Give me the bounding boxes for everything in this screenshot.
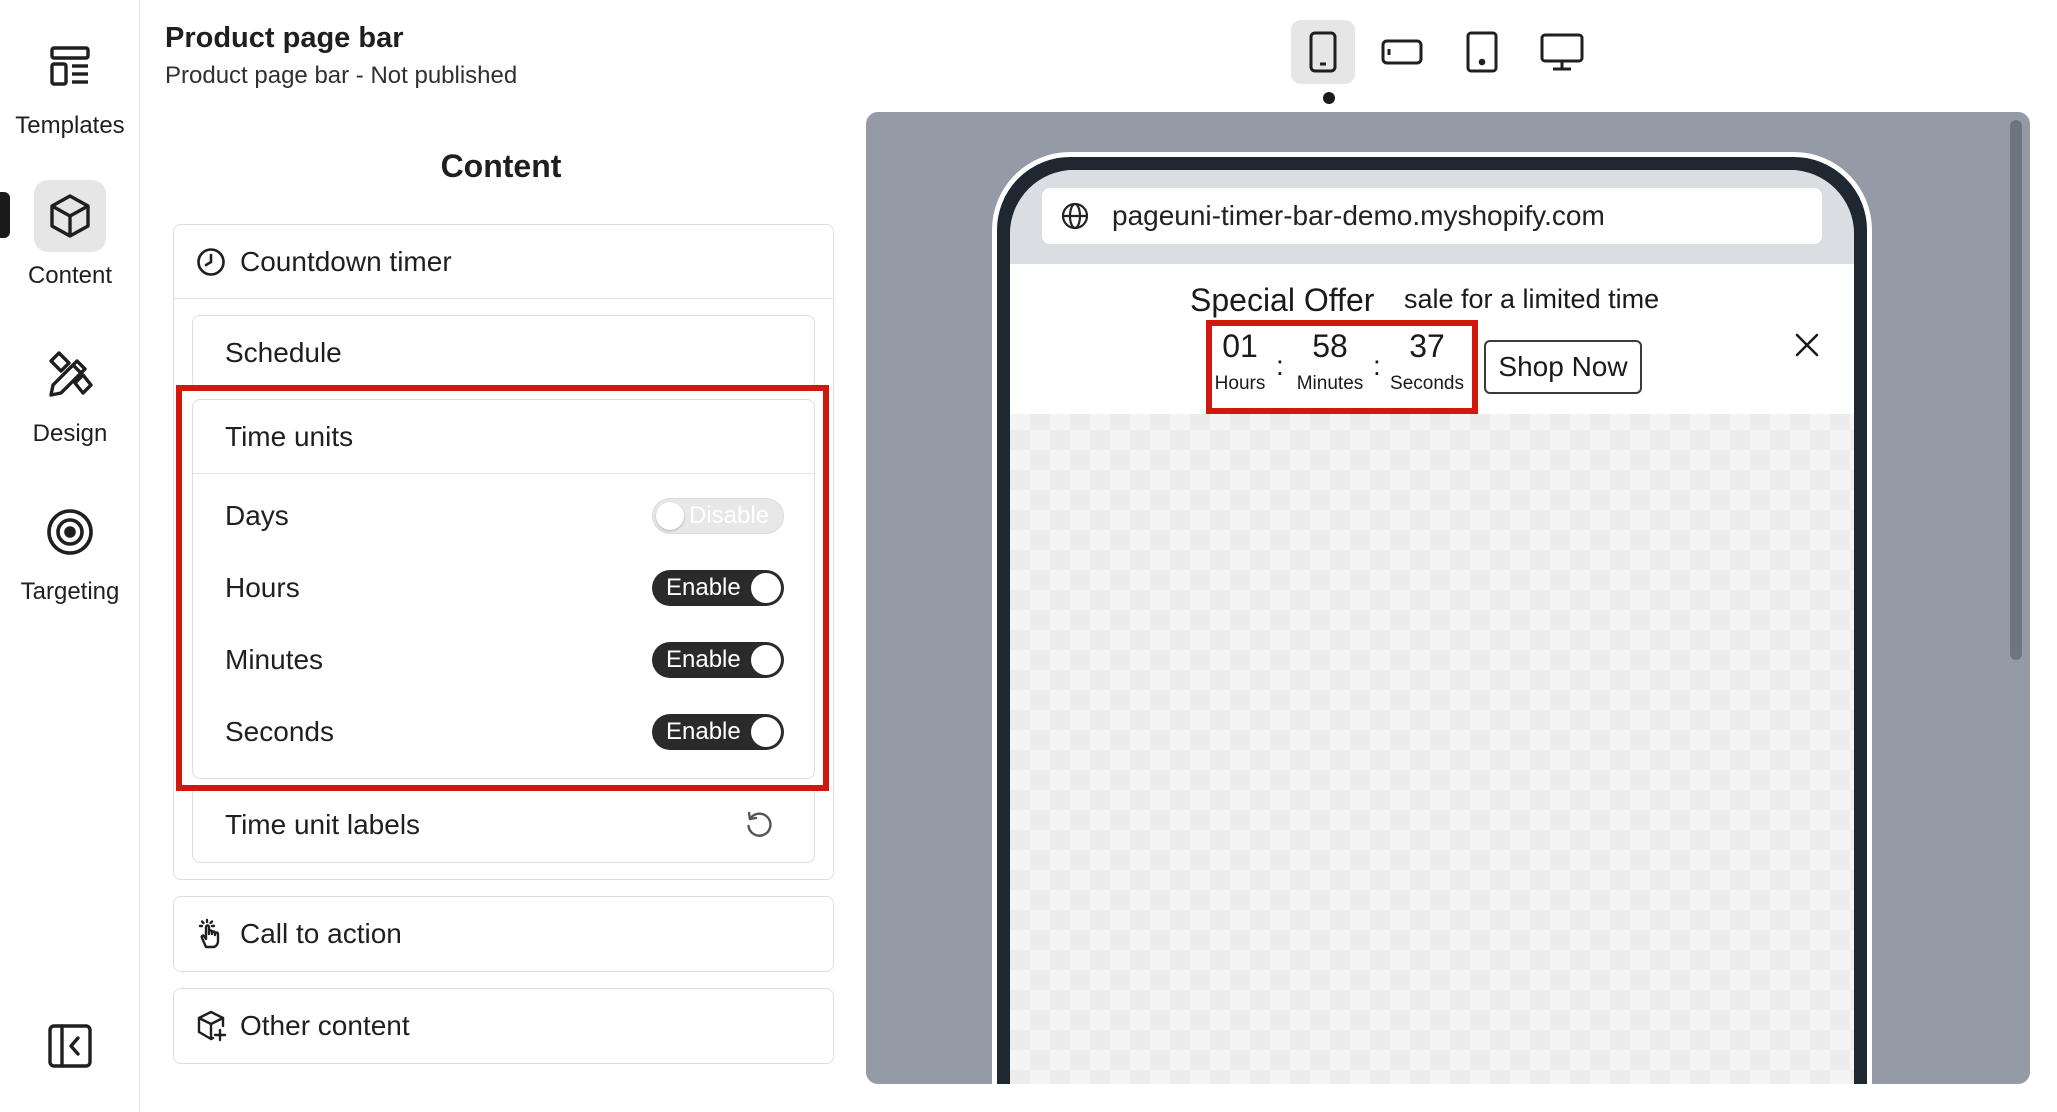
cube-icon <box>34 180 106 252</box>
time-units-header[interactable]: Time units <box>193 400 814 474</box>
timer-minutes: 58 Minutes <box>1290 328 1370 395</box>
minutes-toggle[interactable]: Enable <box>652 642 784 678</box>
time-unit-labels-section[interactable]: Time unit labels <box>192 787 815 863</box>
timer-seconds: 37 Seconds <box>1384 328 1470 395</box>
globe-icon <box>1061 202 1089 230</box>
divider <box>193 473 814 474</box>
preview-canvas: pageuni-timer-bar-demo.myshopify.com Spe… <box>866 112 2030 1084</box>
toggle-knob <box>751 645 781 675</box>
call-to-action-label: Call to action <box>240 918 402 949</box>
device-desktop-button[interactable] <box>1530 20 1594 84</box>
rail-content[interactable]: Content <box>0 180 140 290</box>
call-to-action-card[interactable]: Call to action <box>173 896 834 972</box>
device-mobile-landscape-button[interactable] <box>1370 20 1434 84</box>
days-label: Days <box>225 500 289 531</box>
other-content-label: Other content <box>240 1010 410 1041</box>
rail-content-label: Content <box>27 262 113 289</box>
countdown-timer-header[interactable]: Countdown timer <box>174 225 833 299</box>
offer-title: Special Offer <box>1190 282 1375 318</box>
timer-hours: 01 Hours <box>1212 328 1268 395</box>
phone-frame: pageuni-timer-bar-demo.myshopify.com Spe… <box>992 152 1872 1084</box>
rail-design-label: Design <box>32 420 108 447</box>
device-mobile-button[interactable] <box>1291 20 1355 84</box>
divider <box>174 298 833 299</box>
templates-icon <box>34 30 106 102</box>
url-bar: pageuni-timer-bar-demo.myshopify.com <box>1042 188 1822 244</box>
schedule-label: Schedule <box>225 337 342 368</box>
minutes-label: Minutes <box>225 644 324 675</box>
timer-hours-value: 01 <box>1222 328 1258 364</box>
schedule-section[interactable]: Schedule <box>192 315 815 389</box>
seconds-row: Seconds Enable <box>193 696 816 768</box>
mobile-landscape-icon <box>1381 39 1423 65</box>
tablet-icon <box>1466 31 1498 73</box>
url-text: pageuni-timer-bar-demo.myshopify.com <box>1112 200 1605 231</box>
seconds-toggle-label: Enable <box>666 718 741 745</box>
seconds-label: Seconds <box>225 716 334 747</box>
other-content-card[interactable]: Other content <box>173 988 834 1064</box>
timer-minutes-label: Minutes <box>1296 373 1364 394</box>
hours-toggle-label: Enable <box>666 574 741 601</box>
page-title: Product page bar <box>165 22 404 54</box>
other-content-header: Other content <box>174 989 833 1063</box>
active-device-dot <box>1323 92 1335 104</box>
days-toggle-label: Disable <box>689 502 770 529</box>
rail-templates-label: Templates <box>15 112 125 139</box>
preview-scrollbar[interactable] <box>2010 120 2022 660</box>
toggle-knob <box>751 717 781 747</box>
collapse-sidebar-icon[interactable] <box>44 1020 96 1072</box>
section-heading: Content <box>440 148 562 184</box>
countdown-timer-card: Countdown timer Schedule Time units Days… <box>173 224 834 880</box>
timer-separator: : <box>1276 350 1284 381</box>
rail-design[interactable]: Design <box>0 338 140 448</box>
timer-separator: : <box>1373 350 1381 381</box>
mobile-icon <box>1309 31 1337 73</box>
hours-label: Hours <box>225 572 300 603</box>
page-subtitle: Product page bar - Not published <box>165 62 518 89</box>
hand-click-icon <box>194 917 228 951</box>
countdown-bar: Special Offer sale for a limited time 01… <box>1010 264 1854 414</box>
seconds-toggle[interactable]: Enable <box>652 714 784 750</box>
time-units-section: Time units Days Disable Hours Enable Min… <box>192 399 815 779</box>
design-tools-icon <box>34 338 106 410</box>
rail-templates[interactable]: Templates <box>0 30 140 140</box>
editor-panel: Product page bar Product page bar - Not … <box>141 0 861 1112</box>
phone-screen: pageuni-timer-bar-demo.myshopify.com Spe… <box>1010 170 1854 1084</box>
target-icon <box>34 496 106 568</box>
countdown-timer-label: Countdown timer <box>240 246 452 277</box>
shop-now-button[interactable]: Shop Now <box>1484 340 1642 394</box>
reset-icon[interactable] <box>744 810 774 845</box>
left-rail: Templates Content Design Targeting <box>0 0 140 1112</box>
clock-icon <box>194 245 228 279</box>
device-tablet-button[interactable] <box>1450 20 1514 84</box>
timer-hours-label: Hours <box>1214 373 1266 394</box>
toggle-knob <box>656 502 684 530</box>
call-to-action-header: Call to action <box>174 897 833 971</box>
cube-plus-icon <box>194 1009 228 1043</box>
days-row: Days Disable <box>193 480 816 552</box>
desktop-icon <box>1540 33 1584 71</box>
hours-row: Hours Enable <box>193 552 816 624</box>
minutes-toggle-label: Enable <box>666 646 741 673</box>
offer-subtitle: sale for a limited time <box>1404 284 1660 314</box>
toggle-knob <box>751 573 781 603</box>
browser-chrome: pageuni-timer-bar-demo.myshopify.com <box>1010 170 1854 264</box>
rail-targeting[interactable]: Targeting <box>0 496 140 606</box>
close-icon[interactable] <box>1792 330 1822 360</box>
hours-toggle[interactable]: Enable <box>652 570 784 606</box>
timer-seconds-value: 37 <box>1409 328 1445 364</box>
timer-minutes-value: 58 <box>1312 328 1348 364</box>
days-toggle[interactable]: Disable <box>652 498 784 534</box>
minutes-row: Minutes Enable <box>193 624 816 696</box>
timer-seconds-label: Seconds <box>1390 373 1464 394</box>
time-unit-labels-label: Time unit labels <box>225 809 421 840</box>
rail-targeting-label: Targeting <box>20 578 120 605</box>
